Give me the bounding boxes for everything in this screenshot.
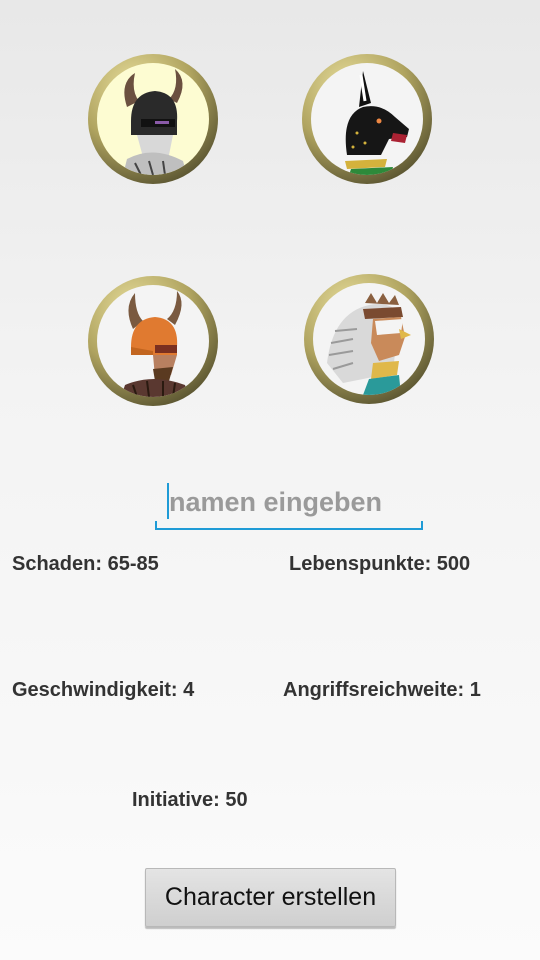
text-cursor [167,483,169,519]
stat-health: Lebenspunkte: 500 [289,553,471,575]
character-portrait-knight[interactable] [88,54,218,184]
stat-speed: Geschwindigkeit: 4 [12,679,195,701]
eagle-headdress-warrior-icon [313,283,425,395]
anubis-jackal-icon [311,63,423,175]
name-input-underline [155,528,423,530]
name-input-wrapper [155,478,423,532]
character-portrait-eagle-warrior[interactable] [304,274,434,404]
stat-damage: Schaden: 65-85 [12,553,159,575]
create-character-button[interactable]: Character erstellen [145,868,396,927]
name-input[interactable] [155,478,423,526]
viking-warrior-icon [97,285,209,397]
name-input-underline-left-tick [155,521,157,530]
stat-initiative: Initiative: 50 [132,789,248,811]
character-portrait-viking[interactable] [88,276,218,406]
horned-knight-helmet-icon [97,63,209,175]
character-portrait-anubis[interactable] [302,54,432,184]
stat-attack-range: Angriffsreichweite: 1 [283,679,481,701]
name-input-underline-right-tick [421,521,423,530]
